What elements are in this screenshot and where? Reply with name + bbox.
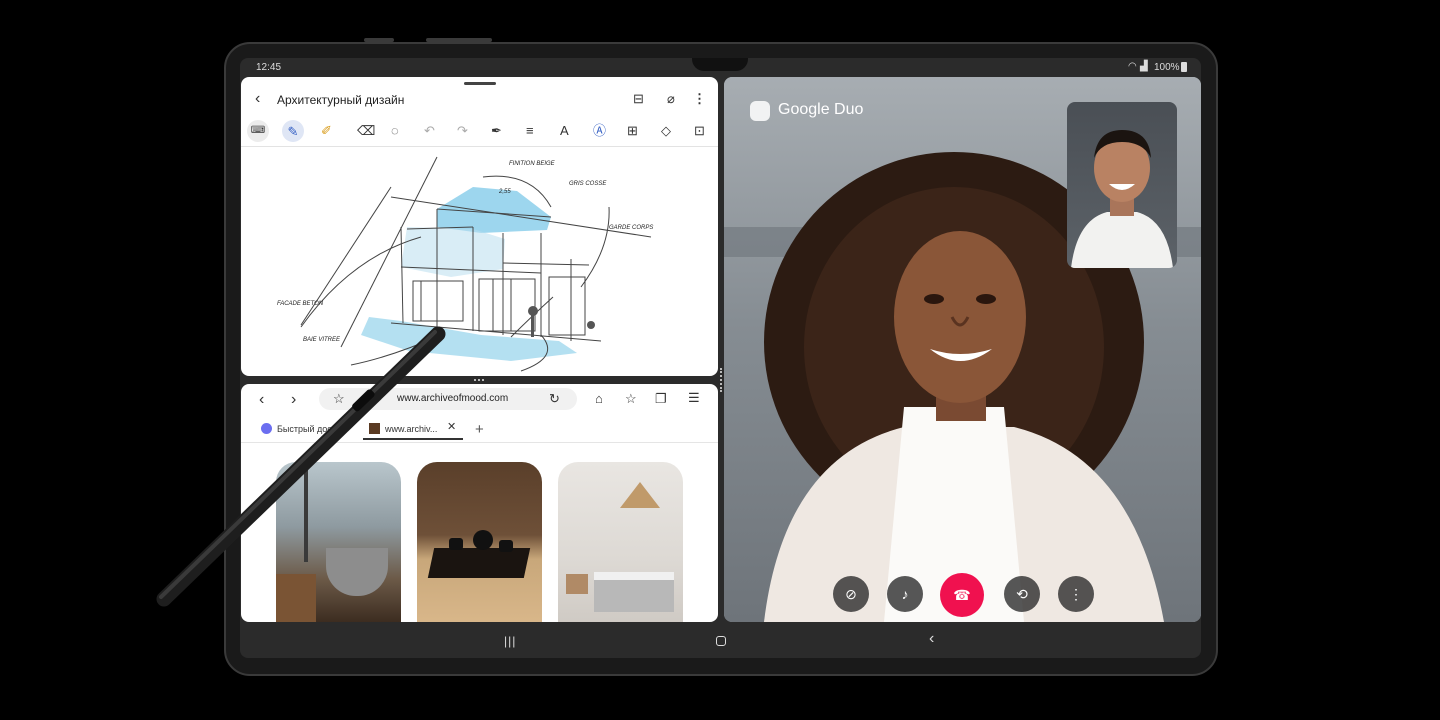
split-handle-horizontal[interactable] (474, 379, 484, 381)
address-bar[interactable]: ☆ www.archiveofmood.com ↻ (319, 388, 577, 410)
sketch-annotation-5: GARDE CORPS (609, 225, 653, 231)
address-url: www.archiveofmood.com (397, 393, 509, 404)
self-view-thumbnail[interactable] (1067, 102, 1177, 268)
browser-window: ‹ › ☆ www.archiveofmood.com ↻ ⌂ ☆ ❐ ☰ Бы… (241, 384, 718, 622)
pendant-lamp (620, 482, 660, 508)
text-align-icon[interactable]: ≡ (526, 124, 534, 137)
window-frame (304, 462, 308, 562)
quick-access-icon (261, 423, 272, 434)
tea-tray (427, 548, 531, 578)
window-drag-handle[interactable] (464, 82, 496, 85)
sketch-annotation-6: 2,55 (498, 189, 511, 195)
nightstand (566, 574, 588, 594)
more-options-icon[interactable]: ⋮ (693, 92, 706, 105)
redo-icon[interactable]: ↷ (457, 124, 468, 137)
battery-icon (1181, 62, 1187, 72)
status-bar: 12:45 ◠ ▟ 100% (240, 58, 1201, 77)
attach-icon[interactable]: ⌀ (667, 92, 675, 105)
book-view-icon[interactable]: ⊟ (633, 92, 644, 105)
nav-back-icon[interactable]: ‹ (929, 630, 934, 648)
duo-camera-icon (750, 101, 770, 121)
highlighter-icon[interactable]: ✐ (321, 124, 332, 137)
browser-forward-icon[interactable]: › (291, 392, 296, 408)
browser-back-icon[interactable]: ‹ (259, 392, 264, 408)
google-duo-window: Google Duo ⊘ ♪ ☎ ⟲ ⋮ (724, 77, 1201, 622)
hang-up-icon: ☎ (953, 586, 971, 603)
wifi-icon: ◠ (1128, 61, 1137, 72)
undo-icon[interactable]: ↶ (424, 124, 435, 137)
split-handle-vertical[interactable] (720, 368, 722, 392)
more-options-button[interactable]: ⋮ (1058, 576, 1094, 612)
bookmark-star-icon[interactable]: ☆ (333, 392, 345, 405)
lasso-icon[interactable]: ◌ (391, 124, 399, 137)
tea-cup (449, 538, 463, 550)
samsung-notes-window: ‹ Архитектурный дизайн ⊟ ⌀ ⋮ ⌨ ✎ ✐ ⌫ ◌ ↶… (241, 77, 718, 376)
video-off-icon: ⊘ (845, 585, 857, 602)
switch-camera-icon: ⟲ (1016, 585, 1028, 602)
back-arrow-icon[interactable]: ‹ (255, 91, 260, 107)
drawing-toolbar: ⌨ ✎ ✐ ⌫ ◌ ↶ ↷ ✒ ≡ A Ⓐ ⊞ ◇ ⊡ (241, 119, 718, 143)
end-call-button[interactable]: ☎ (940, 573, 984, 617)
bookmarks-icon[interactable]: ☆ (625, 392, 637, 405)
lock-icon[interactable]: ⊡ (694, 124, 705, 137)
front-camera-notch (692, 58, 748, 71)
text-box-icon[interactable]: ⊞ (627, 124, 638, 137)
battery-level: 100% (1154, 62, 1180, 73)
new-tab-icon[interactable]: + (475, 422, 484, 437)
tea-cup (499, 540, 513, 552)
self-view-person (1071, 130, 1173, 268)
gallery-image-bedroom[interactable] (558, 462, 683, 622)
bathtub (326, 548, 388, 596)
wooden-stool (276, 574, 316, 622)
pen-icon[interactable]: ✎ (282, 120, 304, 142)
screen: 12:45 ◠ ▟ 100% ‹ Архитектурный дизайн ⊟ … (240, 58, 1201, 658)
tab-archiveofmood[interactable]: www.archiv... ✕ (363, 418, 463, 440)
eraser-icon[interactable]: ⌫ (357, 124, 375, 137)
note-title: Архитектурный дизайн (277, 93, 405, 107)
tab-close-icon[interactable]: ✕ (447, 422, 456, 433)
signal-icon: ▟ (1140, 61, 1148, 72)
home-icon[interactable]: ⌂ (595, 392, 603, 405)
tab-label: www.archiv... (385, 424, 438, 434)
mute-button[interactable]: ♪ (887, 576, 923, 612)
shapes-icon[interactable]: ◇ (661, 124, 671, 137)
tabs-icon[interactable]: ❐ (655, 392, 667, 405)
menu-icon[interactable]: ☰ (688, 391, 700, 404)
more-icon: ⋮ (1069, 585, 1083, 602)
camera-off-button[interactable]: ⊘ (833, 576, 869, 612)
tab-label: Быстрый дос (277, 424, 332, 434)
gallery-image-bathroom[interactable] (276, 462, 401, 622)
sketch-annotation-1: FINITION BEIGE (509, 161, 556, 167)
status-time: 12:45 (256, 62, 282, 73)
pen-settings-icon[interactable]: ✒ (491, 124, 502, 137)
flip-camera-button[interactable]: ⟲ (1004, 576, 1040, 612)
mic-off-icon: ♪ (901, 586, 909, 602)
recent-apps-icon[interactable]: ||| (504, 634, 516, 648)
text-style-icon[interactable]: A (560, 124, 569, 137)
site-favicon-icon (369, 423, 380, 434)
ink-color-icon[interactable]: Ⓐ (593, 124, 606, 137)
navigation-bar: ||| ‹ (240, 624, 1201, 658)
teapot (473, 530, 493, 550)
sketch-annotation-2: GRIS COSSE (569, 181, 607, 187)
bed (594, 572, 674, 612)
architecture-sketch: FINITION BEIGE GRIS COSSE FACADE BETON B… (277, 156, 653, 372)
duo-app-name: Google Duo (778, 101, 864, 118)
reload-icon[interactable]: ↻ (549, 392, 560, 405)
tab-divider (241, 442, 718, 443)
home-button-icon[interactable] (716, 636, 726, 646)
gallery-image-tea-set[interactable] (417, 462, 542, 622)
tab-quick-access[interactable]: Быстрый дос (255, 418, 361, 440)
sketch-annotation-4: BAIE VITREE (303, 337, 341, 343)
keyboard-icon[interactable]: ⌨ (247, 120, 269, 142)
sketch-annotation-3: FACADE BETON (277, 301, 324, 307)
